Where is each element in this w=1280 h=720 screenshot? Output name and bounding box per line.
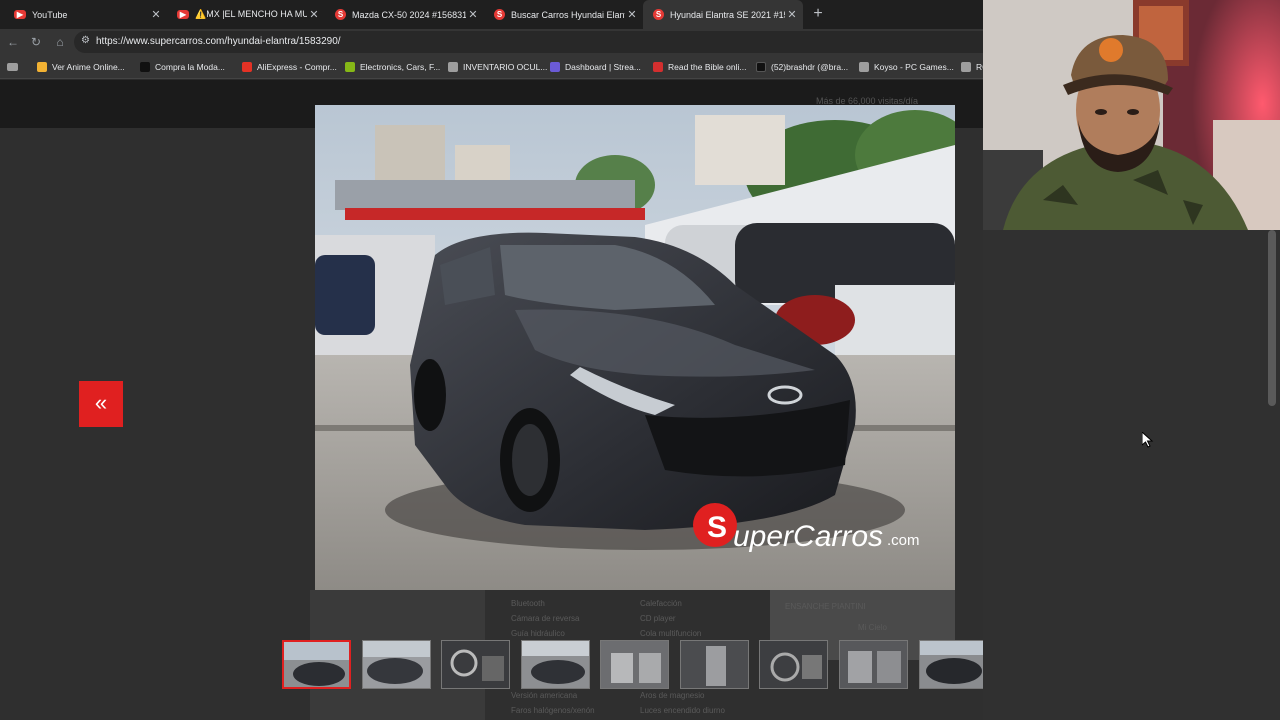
- thumbnail[interactable]: [600, 640, 669, 689]
- supercarros-icon: S: [653, 9, 664, 20]
- thumbnail[interactable]: [759, 640, 828, 689]
- youtube-icon: ▶: [14, 10, 26, 19]
- thumbnail[interactable]: [362, 640, 431, 689]
- page-content: Más de 66,000 visitas/día ENSANCHE PIANT…: [0, 80, 983, 720]
- bg-feature: Cola multifuncion: [640, 629, 702, 638]
- bg-feature: CD player: [640, 614, 676, 623]
- thumbnail[interactable]: [839, 640, 908, 689]
- close-icon[interactable]: ✕: [785, 8, 799, 21]
- tab-youtube[interactable]: ▶ YouTube ✕: [4, 0, 167, 29]
- tab-buscar[interactable]: S Buscar Carros Hyundai Elantra en t ✕: [484, 0, 643, 29]
- tab-strip: ▶ YouTube ✕ ▶ ⚠️MX |EL MENCHO HA MUERTO!…: [0, 0, 983, 29]
- bg-map-label: Mi Cielo: [858, 623, 887, 632]
- reload-icon[interactable]: ↻: [27, 33, 45, 51]
- rc-icon: [961, 62, 971, 72]
- bg-feature: Faros halógenos/xenón: [511, 706, 595, 715]
- new-tab-icon[interactable]: +: [808, 4, 828, 24]
- address-bar[interactable]: ⚙ https://www.supercarros.com/hyundai-el…: [74, 31, 983, 53]
- bookmark-ebay[interactable]: Electronics, Cars, F...: [345, 60, 440, 74]
- prev-photo-button[interactable]: «: [79, 381, 123, 427]
- thumbnail[interactable]: [521, 640, 590, 689]
- inventory-icon: [448, 62, 458, 72]
- aliexpress-icon: [242, 62, 252, 72]
- bookmark-aliexpress[interactable]: AliExpress - Compr...: [242, 60, 337, 74]
- mouse-cursor-icon: [1142, 432, 1154, 448]
- shein-icon: [140, 62, 150, 72]
- close-icon[interactable]: ✕: [307, 8, 321, 21]
- bg-feature: Versión americana: [511, 691, 578, 700]
- bookmark-tiktok[interactable]: (52)brashdr (@bra...: [756, 60, 848, 74]
- right-page-area: [983, 230, 1280, 720]
- bookmark-shein[interactable]: Compra la Moda...: [140, 60, 225, 74]
- close-icon[interactable]: ✕: [625, 8, 639, 21]
- bg-map-label: ENSANCHE PIANTINI: [785, 602, 866, 611]
- car-photo-image: S uperCarros .com: [315, 105, 955, 590]
- close-icon[interactable]: ✕: [149, 8, 163, 21]
- scrollbar-thumb[interactable]: [1268, 230, 1276, 406]
- watermark-s: S: [707, 511, 727, 544]
- home-icon[interactable]: ⌂: [51, 33, 69, 51]
- bookmark-inventario[interactable]: INVENTARIO OCUL...: [448, 60, 547, 74]
- bible-icon: [653, 62, 663, 72]
- url-text[interactable]: https://www.supercarros.com/hyundai-elan…: [96, 36, 341, 47]
- close-icon[interactable]: ✕: [466, 8, 480, 21]
- streamer-webcam-image: [983, 0, 1280, 230]
- bookmarks-bar: Ver Anime Online... Compra la Moda... Al…: [0, 55, 983, 79]
- thumbnail[interactable]: [680, 640, 749, 689]
- anime-icon: [37, 62, 47, 72]
- ebay-icon: [345, 62, 355, 72]
- thumbnail[interactable]: [282, 640, 351, 689]
- bookmark-bible[interactable]: Read the Bible onli...: [653, 60, 746, 74]
- koyso-icon: [859, 62, 869, 72]
- back-arrow-icon[interactable]: ←: [4, 33, 22, 51]
- bookmark-streamlabs[interactable]: Dashboard | Strea...: [550, 60, 641, 74]
- main-car-photo[interactable]: S uperCarros .com: [315, 105, 955, 590]
- bg-feature: Luces encendido diurno: [640, 706, 725, 715]
- address-toolbar: ← ↻ ⌂ ⚙ https://www.supercarros.com/hyun…: [0, 29, 983, 55]
- browser-window: ▶ YouTube ✕ ▶ ⚠️MX |EL MENCHO HA MUERTO!…: [0, 0, 983, 720]
- tab-mazda[interactable]: S Mazda CX-50 2024 #1568313 - Su ✕: [325, 0, 484, 29]
- site-info-icon[interactable]: ⚙: [81, 35, 91, 49]
- tab-elantra[interactable]: S Hyundai Elantra SE 2021 #1583290 ✕: [643, 0, 803, 29]
- bookmarks-menu-icon[interactable]: [7, 60, 23, 74]
- watermark-text: uperCarros: [733, 520, 883, 553]
- apps-icon: [7, 63, 18, 71]
- bg-feature: Calefacción: [640, 599, 682, 608]
- thumbnail[interactable]: [919, 640, 983, 689]
- supercarros-icon: S: [335, 9, 346, 20]
- webcam-overlay: [983, 0, 1280, 230]
- bookmark-rc[interactable]: RC: [961, 60, 983, 74]
- bg-feature: Aros de magnesio: [640, 691, 705, 700]
- thumbnail[interactable]: [441, 640, 510, 689]
- supercarros-icon: S: [494, 9, 505, 20]
- bg-feature: Guía hidráulico: [511, 629, 565, 638]
- bookmark-anime[interactable]: Ver Anime Online...: [37, 60, 125, 74]
- watermark-suffix: .com: [887, 532, 920, 549]
- tab-mencho[interactable]: ▶ ⚠️MX |EL MENCHO HA MUERTO! ⚠️ ✕: [167, 0, 325, 29]
- bg-feature: Bluetooth: [511, 599, 545, 608]
- streamlabs-icon: [550, 62, 560, 72]
- youtube-icon: ▶: [177, 10, 189, 19]
- tiktok-icon: [756, 62, 766, 72]
- bg-feature: Cámara de reversa: [511, 614, 580, 623]
- bookmark-koyso[interactable]: Koyso - PC Games...: [859, 60, 954, 74]
